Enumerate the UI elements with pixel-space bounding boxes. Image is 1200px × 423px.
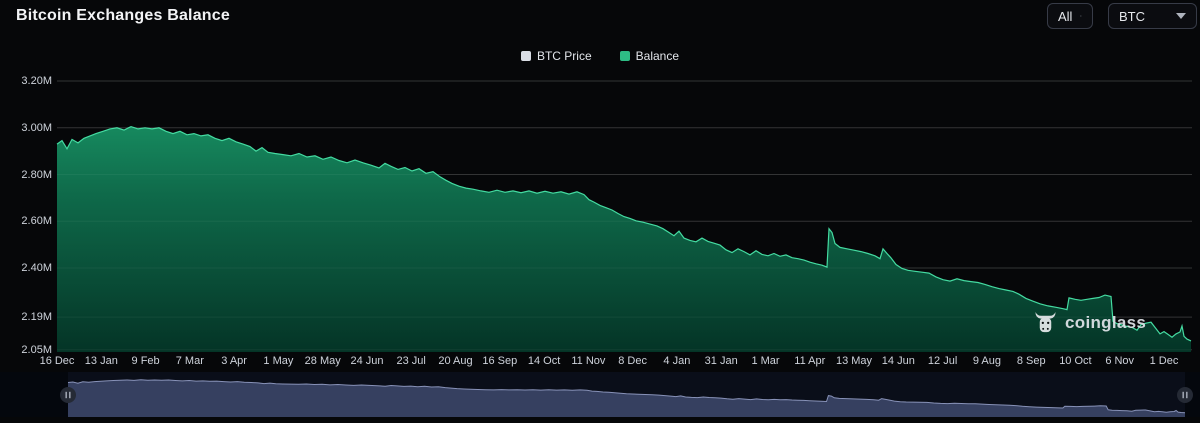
range-navigator[interactable] bbox=[0, 372, 1200, 417]
balance-area-fill bbox=[57, 127, 1191, 352]
x-tick-label: 1 May bbox=[263, 355, 293, 367]
navigator-left-handle[interactable] bbox=[60, 387, 76, 403]
x-tick-label: 20 Aug bbox=[438, 355, 472, 367]
x-tick-label: 1 Dec bbox=[1150, 355, 1179, 367]
x-tick-label: 11 Nov bbox=[571, 355, 605, 367]
x-tick-label: 3 Apr bbox=[221, 355, 247, 367]
x-tick-label: 14 Jun bbox=[882, 355, 915, 367]
x-axis-labels: 16 Dec 13 Jan 9 Feb 7 Mar 3 Apr 1 May 28 May 24… bbox=[0, 355, 1200, 369]
y-tick-label: 2.40M bbox=[21, 262, 52, 274]
coinglass-exchange-balance-widget: Bitcoin Exchanges Balance All BTC BTC Pr… bbox=[0, 0, 1200, 423]
x-tick-label: 16 Dec bbox=[40, 355, 75, 367]
x-tick-label: 24 Jun bbox=[350, 355, 383, 367]
x-tick-label: 11 Apr bbox=[794, 355, 825, 367]
x-tick-label: 4 Jan bbox=[663, 355, 690, 367]
x-tick-label: 13 May bbox=[836, 355, 872, 367]
y-tick-label: 2.80M bbox=[21, 169, 52, 181]
x-tick-label: 8 Sep bbox=[1017, 355, 1046, 367]
x-tick-label: 28 May bbox=[305, 355, 341, 367]
x-tick-label: 1 Mar bbox=[751, 355, 779, 367]
x-tick-label: 31 Jan bbox=[705, 355, 738, 367]
x-tick-label: 23 Jul bbox=[397, 355, 426, 367]
x-tick-label: 14 Oct bbox=[528, 355, 560, 367]
x-tick-label: 9 Aug bbox=[973, 355, 1001, 367]
x-tick-label: 8 Dec bbox=[618, 355, 647, 367]
y-tick-label: 3.00M bbox=[21, 122, 52, 134]
x-tick-label: 6 Nov bbox=[1105, 355, 1134, 367]
x-tick-label: 7 Mar bbox=[176, 355, 204, 367]
navigator-right-handle[interactable] bbox=[1177, 387, 1193, 403]
y-tick-label: 2.60M bbox=[21, 215, 52, 227]
x-tick-label: 13 Jan bbox=[85, 355, 118, 367]
x-tick-label: 9 Feb bbox=[132, 355, 160, 367]
x-tick-label: 16 Sep bbox=[482, 355, 517, 367]
x-tick-label: 12 Jul bbox=[928, 355, 957, 367]
y-tick-label: 2.19M bbox=[21, 311, 52, 323]
x-tick-label: 10 Oct bbox=[1059, 355, 1091, 367]
y-tick-label: 3.20M bbox=[21, 75, 52, 87]
y-tick-label: 2.05M bbox=[21, 344, 52, 356]
